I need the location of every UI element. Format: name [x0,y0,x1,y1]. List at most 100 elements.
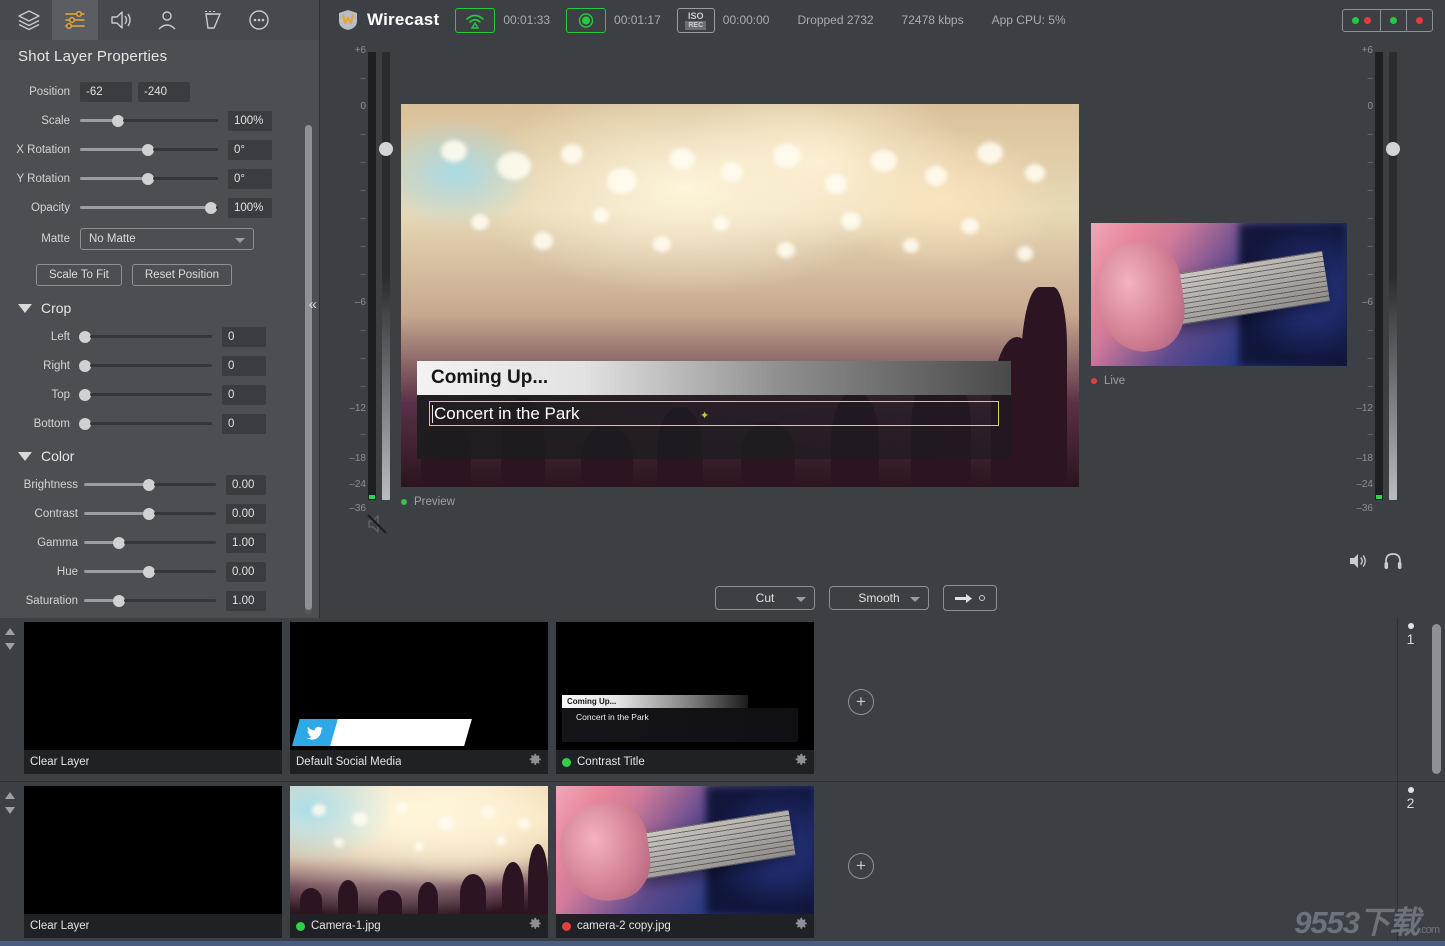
add-shot-button-layer-1[interactable]: + [848,689,874,715]
crop-top-value[interactable]: 0 [222,385,266,405]
audio-icon[interactable] [98,0,144,40]
position-y-field[interactable]: -240 [138,82,190,102]
shot-clear-layer-1[interactable]: Clear Layer [24,622,282,774]
preview-label: Preview [414,496,455,508]
shot-default-social-media[interactable]: Default Social Media [290,622,548,774]
crop-left-slider[interactable] [80,329,212,345]
color-disclosure-icon[interactable] [18,452,32,461]
position-x-field[interactable]: -62 [80,82,132,102]
move-handle-icon[interactable]: ✦ [700,409,709,422]
preview-mute-icon[interactable] [366,512,392,536]
contrast-slider[interactable] [84,506,216,522]
transition-a-value: Cut [756,591,775,605]
shot-contrast-title[interactable]: Coming Up... Concert in the Park Contras… [556,622,814,774]
layer-down-icon[interactable] [5,807,15,814]
layers-icon[interactable] [6,0,52,40]
crop-left-value[interactable]: 0 [222,327,266,347]
saturation-slider[interactable] [84,593,216,609]
transition-a-select[interactable]: Cut [715,586,815,610]
shot-camera-2-copy[interactable]: camera-2 copy.jpg [556,786,814,938]
gear-icon[interactable] [795,917,808,935]
title-text-input[interactable]: Concert in the Park ✦ [429,401,999,426]
color-section-header[interactable]: Color [0,438,319,470]
live-monitor[interactable]: Live [1091,223,1347,387]
crop-top-slider[interactable] [80,387,212,403]
record-status-button[interactable] [566,8,606,33]
more-icon[interactable] [236,0,282,40]
shot-name: camera-2 copy.jpg [577,920,671,932]
crop-bottom-row: Bottom 0 [0,409,319,438]
crop-bottom-value[interactable]: 0 [222,414,266,434]
person-icon[interactable] [144,0,190,40]
crop-right-value[interactable]: 0 [222,356,266,376]
brightness-value[interactable]: 0.00 [226,475,266,495]
gear-icon[interactable] [529,753,542,771]
title-overlay[interactable]: Coming Up... Concert in the Park ✦ [417,361,1011,459]
properties-scrollbar-thumb[interactable] [305,125,312,610]
position-row: Position -62 -240 [0,77,319,106]
app-header: Wirecast 00:01:33 00:01:17 ISO REC 00:00… [320,0,1445,40]
x-rotation-slider[interactable] [80,142,218,158]
go-transition-button[interactable] [943,585,997,611]
scale-to-fit-button[interactable]: Scale To Fit [36,264,122,286]
shot-thumbnail [556,786,814,914]
gamma-value[interactable]: 1.00 [226,533,266,553]
live-image[interactable] [1091,223,1347,366]
crop-right-slider[interactable] [80,358,212,374]
meter-tick: – [360,241,366,252]
gear-icon[interactable] [529,917,542,935]
hue-value[interactable]: 0.00 [226,562,266,582]
add-shot-button-layer-2[interactable]: + [848,853,874,879]
meter-tick: 0 [360,101,366,112]
headphones-icon[interactable] [1383,552,1403,570]
led-cell-both[interactable] [1343,10,1381,31]
collapse-panel-button[interactable]: « [309,296,317,313]
contrast-value[interactable]: 0.00 [226,504,266,524]
layers-scrollbar-thumb[interactable] [1432,624,1441,774]
chroma-key-icon[interactable] [190,0,236,40]
preview-monitor[interactable]: Coming Up... Concert in the Park ✦ Previ… [401,104,1079,508]
meter-tick: – [360,129,366,140]
social-lower-third [292,719,472,746]
speaker-icon[interactable] [1348,552,1368,570]
opacity-slider[interactable] [80,200,218,216]
live-volume-fader[interactable] [1389,52,1397,500]
scale-value[interactable]: 100% [228,111,272,131]
brightness-slider[interactable] [84,477,216,493]
preview-volume-fader[interactable] [382,52,390,500]
shot-clear-layer-2[interactable]: Clear Layer [24,786,282,938]
wirecast-logo-icon [338,9,358,31]
layer-number-column-1: 1 [1397,618,1423,781]
layer-down-icon[interactable] [5,643,15,650]
preview-image[interactable]: Coming Up... Concert in the Park ✦ [401,104,1079,487]
preview-level-bar [368,52,376,500]
sliders-icon[interactable] [52,0,98,40]
iso-time: 00:00:00 [723,13,770,27]
layer-up-icon[interactable] [5,792,15,799]
gamma-slider[interactable] [84,535,216,551]
led-cell-red[interactable] [1407,10,1432,31]
crop-section-header[interactable]: Crop [0,290,319,322]
meter-tick: –12 [1356,403,1373,414]
y-rotation-value[interactable]: 0° [228,169,272,189]
reset-position-button[interactable]: Reset Position [132,264,232,286]
crop-disclosure-icon[interactable] [18,304,32,313]
iso-record-button[interactable]: ISO REC [677,8,715,33]
layer-up-icon[interactable] [5,628,15,635]
meter-tick: +6 [1362,45,1373,56]
matte-select[interactable]: No Matte [80,228,254,250]
led-cell-green[interactable] [1381,10,1407,31]
y-rotation-slider[interactable] [80,171,218,187]
scale-slider[interactable] [80,113,218,129]
hue-slider[interactable] [84,564,216,580]
saturation-value[interactable]: 1.00 [226,591,266,611]
broadcast-status-button[interactable] [455,8,495,33]
meter-tick: +6 [355,45,366,56]
gear-icon[interactable] [795,753,808,771]
shot-camera-1[interactable]: Camera-1.jpg [290,786,548,938]
crop-bottom-slider[interactable] [80,416,212,432]
opacity-value[interactable]: 100% [228,198,272,218]
transition-b-select[interactable]: Smooth [829,586,929,610]
x-rotation-value[interactable]: 0° [228,140,272,160]
brightness-row: Brightness 0.00 [0,470,319,499]
